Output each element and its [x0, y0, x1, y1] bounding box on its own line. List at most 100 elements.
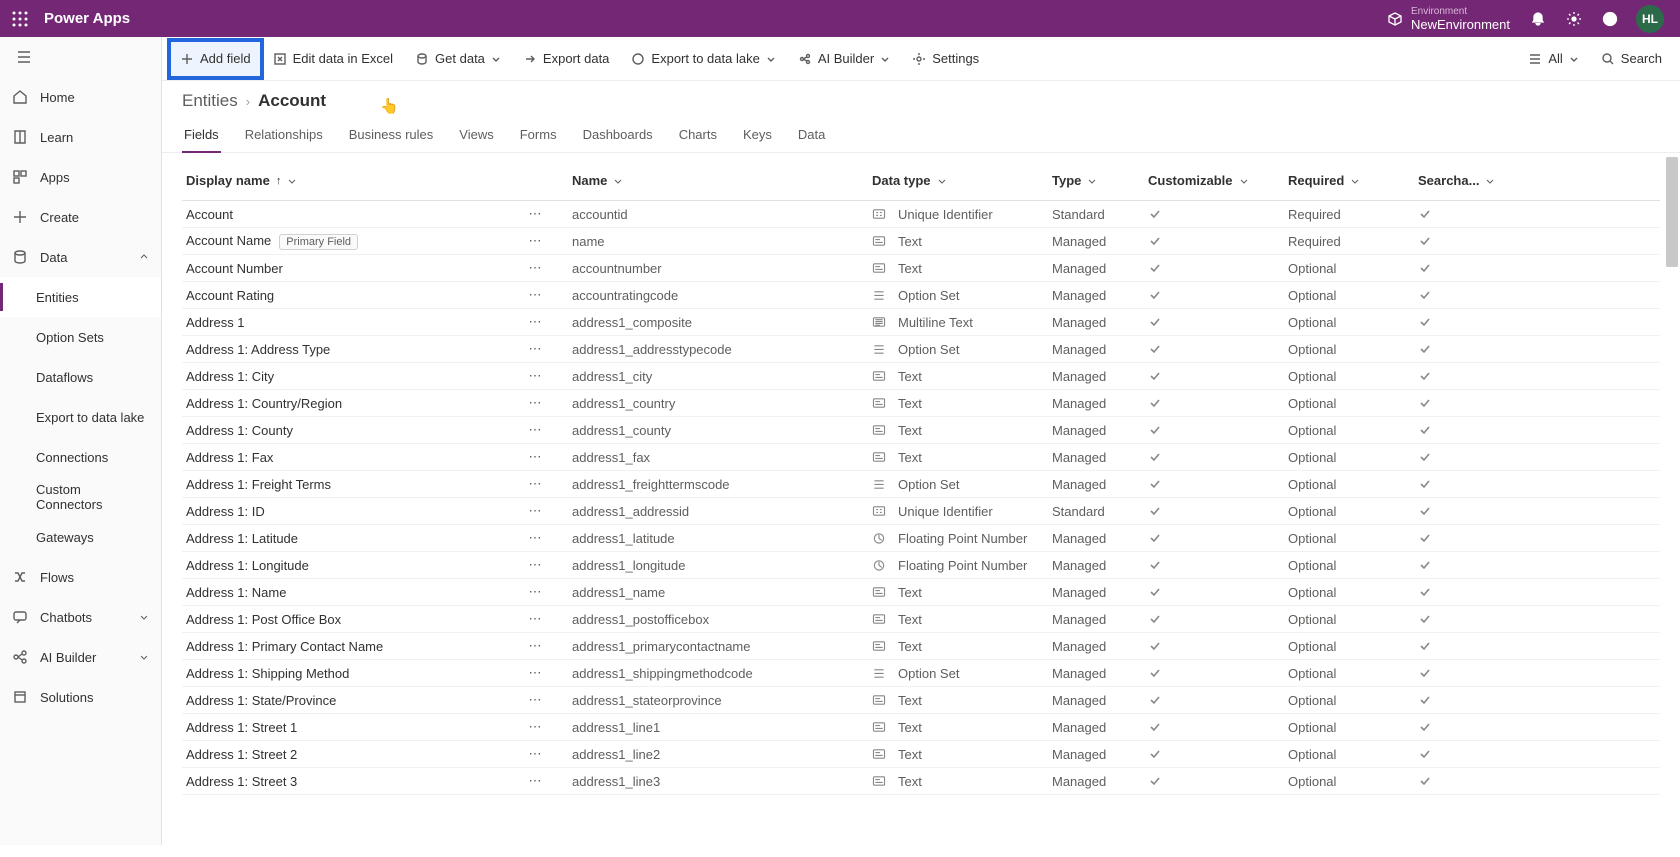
- app-launcher-icon[interactable]: [8, 7, 32, 31]
- row-more-icon[interactable]: ⋯: [524, 233, 546, 249]
- tab-views[interactable]: Views: [457, 121, 495, 152]
- table-row[interactable]: Address 1: Fax⋯address1_faxTextManagedOp…: [182, 444, 1660, 471]
- table-row[interactable]: Address 1⋯address1_compositeMultiline Te…: [182, 309, 1660, 336]
- tab-dashboards[interactable]: Dashboards: [581, 121, 655, 152]
- row-more-icon[interactable]: ⋯: [524, 476, 546, 492]
- table-row[interactable]: Address 1: Country/Region⋯address1_count…: [182, 390, 1660, 417]
- nav-apps[interactable]: Apps: [0, 157, 161, 197]
- cell-data-type: Text: [872, 720, 1052, 735]
- vertical-scrollbar[interactable]: [1666, 157, 1678, 857]
- breadcrumb-root[interactable]: Entities: [182, 91, 238, 111]
- row-more-icon[interactable]: ⋯: [524, 719, 546, 735]
- row-more-icon[interactable]: ⋯: [524, 584, 546, 600]
- nav-data[interactable]: Data: [0, 237, 161, 277]
- row-more-icon[interactable]: ⋯: [524, 638, 546, 654]
- row-more-icon[interactable]: ⋯: [524, 314, 546, 330]
- row-more-icon[interactable]: ⋯: [524, 341, 546, 357]
- nav-solutions[interactable]: Solutions: [0, 677, 161, 717]
- tab-charts[interactable]: Charts: [677, 121, 719, 152]
- nav-toggle-icon[interactable]: [0, 37, 48, 77]
- cell-searchable: [1418, 720, 1498, 734]
- help-icon[interactable]: [1592, 1, 1628, 37]
- row-more-icon[interactable]: ⋯: [524, 773, 546, 789]
- table-row[interactable]: Account⋯accountidUnique IdentifierStanda…: [182, 201, 1660, 228]
- cell-required: Optional: [1288, 612, 1418, 627]
- get-data-button[interactable]: Get data: [405, 41, 511, 77]
- table-row[interactable]: Address 1: Address Type⋯address1_address…: [182, 336, 1660, 363]
- nav-entities[interactable]: Entities: [0, 277, 161, 317]
- header-name[interactable]: Name: [572, 173, 872, 188]
- header-customizable[interactable]: Customizable: [1148, 173, 1288, 188]
- row-more-icon[interactable]: ⋯: [524, 746, 546, 762]
- table-row[interactable]: Address 1: Latitude⋯address1_latitudeFlo…: [182, 525, 1660, 552]
- tab-forms[interactable]: Forms: [518, 121, 559, 152]
- table-row[interactable]: Address 1: Shipping Method⋯address1_ship…: [182, 660, 1660, 687]
- export-lake-button[interactable]: Export to data lake: [621, 41, 785, 77]
- header-display-name[interactable]: Display name↑: [182, 173, 572, 188]
- nav-connections[interactable]: Connections: [0, 437, 161, 477]
- nav-custom-connectors[interactable]: Custom Connectors: [0, 477, 161, 517]
- row-more-icon[interactable]: ⋯: [524, 395, 546, 411]
- nav-home[interactable]: Home: [0, 77, 161, 117]
- table-row[interactable]: Address 1: Freight Terms⋯address1_freigh…: [182, 471, 1660, 498]
- row-more-icon[interactable]: ⋯: [524, 557, 546, 573]
- ai-builder-button[interactable]: AI Builder: [788, 41, 900, 77]
- row-more-icon[interactable]: ⋯: [524, 260, 546, 276]
- view-filter-button[interactable]: All: [1518, 41, 1588, 77]
- table-row[interactable]: Address 1: Post Office Box⋯address1_post…: [182, 606, 1660, 633]
- nav-flows[interactable]: Flows: [0, 557, 161, 597]
- table-row[interactable]: Address 1: County⋯address1_countyTextMan…: [182, 417, 1660, 444]
- check-icon: [1148, 720, 1162, 734]
- row-more-icon[interactable]: ⋯: [524, 665, 546, 681]
- row-more-icon[interactable]: ⋯: [524, 368, 546, 384]
- row-more-icon[interactable]: ⋯: [524, 422, 546, 438]
- tab-relationships[interactable]: Relationships: [243, 121, 325, 152]
- table-row[interactable]: Account Rating⋯accountratingcodeOption S…: [182, 282, 1660, 309]
- search-button[interactable]: Search: [1591, 41, 1672, 77]
- nav-dataflows[interactable]: Dataflows: [0, 357, 161, 397]
- table-row[interactable]: Account Number⋯accountnumberTextManagedO…: [182, 255, 1660, 282]
- table-row[interactable]: Address 1: State/Province⋯address1_state…: [182, 687, 1660, 714]
- tab-fields[interactable]: Fields: [182, 121, 221, 152]
- row-more-icon[interactable]: ⋯: [524, 692, 546, 708]
- nav-gateways[interactable]: Gateways: [0, 517, 161, 557]
- notifications-icon[interactable]: [1520, 1, 1556, 37]
- table-row[interactable]: Account NamePrimary Field⋯nameTextManage…: [182, 228, 1660, 255]
- add-field-button[interactable]: Add field: [170, 41, 261, 77]
- table-row[interactable]: Address 1: City⋯address1_cityTextManaged…: [182, 363, 1660, 390]
- row-more-icon[interactable]: ⋯: [524, 611, 546, 627]
- tab-business-rules[interactable]: Business rules: [347, 121, 436, 152]
- row-more-icon[interactable]: ⋯: [524, 530, 546, 546]
- environment-picker[interactable]: Environment NewEnvironment: [1377, 6, 1520, 32]
- header-searchable[interactable]: Searcha...: [1418, 173, 1498, 188]
- row-more-icon[interactable]: ⋯: [524, 206, 546, 222]
- row-more-icon[interactable]: ⋯: [524, 287, 546, 303]
- settings-icon[interactable]: [1556, 1, 1592, 37]
- cell-required: Optional: [1288, 531, 1418, 546]
- cell-required: Optional: [1288, 666, 1418, 681]
- user-avatar[interactable]: HL: [1636, 5, 1664, 33]
- header-required[interactable]: Required: [1288, 173, 1418, 188]
- nav-learn[interactable]: Learn: [0, 117, 161, 157]
- nav-export-lake[interactable]: Export to data lake: [0, 397, 161, 437]
- edit-excel-button[interactable]: Edit data in Excel: [263, 41, 403, 77]
- table-row[interactable]: Address 1: ID⋯address1_addressidUnique I…: [182, 498, 1660, 525]
- table-row[interactable]: Address 1: Street 2⋯address1_line2TextMa…: [182, 741, 1660, 768]
- nav-chatbots[interactable]: Chatbots: [0, 597, 161, 637]
- row-more-icon[interactable]: ⋯: [524, 503, 546, 519]
- nav-option-sets[interactable]: Option Sets: [0, 317, 161, 357]
- export-data-button[interactable]: Export data: [513, 41, 620, 77]
- table-row[interactable]: Address 1: Street 3⋯address1_line3TextMa…: [182, 768, 1660, 795]
- tab-keys[interactable]: Keys: [741, 121, 774, 152]
- header-data-type[interactable]: Data type: [872, 173, 1052, 188]
- tab-data[interactable]: Data: [796, 121, 827, 152]
- nav-ai-builder[interactable]: AI Builder: [0, 637, 161, 677]
- header-type[interactable]: Type: [1052, 173, 1148, 188]
- settings-button[interactable]: Settings: [902, 41, 989, 77]
- nav-create[interactable]: Create: [0, 197, 161, 237]
- table-row[interactable]: Address 1: Name⋯address1_nameTextManaged…: [182, 579, 1660, 606]
- table-row[interactable]: Address 1: Primary Contact Name⋯address1…: [182, 633, 1660, 660]
- table-row[interactable]: Address 1: Longitude⋯address1_longitudeF…: [182, 552, 1660, 579]
- table-row[interactable]: Address 1: Street 1⋯address1_line1TextMa…: [182, 714, 1660, 741]
- row-more-icon[interactable]: ⋯: [524, 449, 546, 465]
